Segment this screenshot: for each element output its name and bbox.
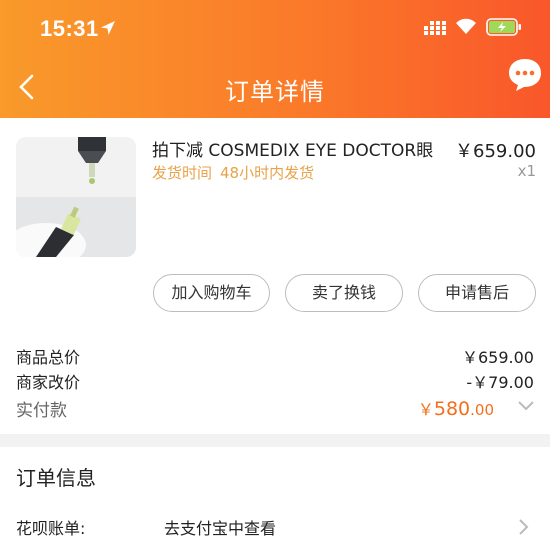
location-arrow-icon — [101, 21, 115, 35]
shipping-info: 发货时间 48小时内发货 — [152, 162, 314, 183]
huabei-bill-link[interactable]: 去支付宝中查看 — [164, 515, 276, 539]
shipping-label: 发货时间 — [152, 164, 213, 182]
huabei-bill-label: 花呗账单: — [16, 519, 86, 538]
chevron-down-icon[interactable] — [516, 399, 536, 413]
after-sales-button[interactable]: 申请售后 — [418, 274, 536, 312]
paid-currency: ￥ — [417, 400, 434, 419]
product-price: ￥659.00 — [455, 141, 536, 162]
chat-bubble-icon[interactable] — [506, 56, 544, 94]
chevron-right-icon[interactable] — [518, 517, 530, 537]
price-adjust-label: 商家改价 — [16, 373, 81, 392]
add-to-cart-button[interactable]: 加入购物车 — [153, 274, 270, 312]
paid-amount-value: ￥580.00 — [418, 396, 494, 420]
total-price-value: ￥659.00 — [462, 348, 534, 367]
status-time: 15:31 — [40, 16, 99, 41]
wifi-icon — [456, 18, 476, 34]
battery-icon — [486, 18, 521, 36]
paid-amount-label: 实付款 — [16, 401, 67, 421]
paid-decimal: .00 — [470, 401, 494, 419]
section-divider — [0, 434, 550, 447]
paid-integer: 580 — [433, 398, 471, 420]
total-price-label: 商品总价 — [16, 348, 81, 367]
page-title: 订单详情 — [225, 78, 325, 106]
shipping-value: 48小时内发货 — [220, 164, 315, 182]
product-quantity: x1 — [517, 162, 536, 180]
product-title[interactable]: 拍下减 COSMEDIX EYE DOCTOR眼 — [152, 136, 437, 161]
resell-button[interactable]: 卖了换钱 — [285, 274, 403, 312]
price-adjust-value: -￥79.00 — [466, 373, 534, 392]
app-header: 15:31 订单详情 — [0, 0, 550, 118]
product-image[interactable] — [16, 137, 136, 257]
order-info-title: 订单信息 — [16, 466, 96, 490]
cellular-signal-icon — [424, 21, 446, 35]
